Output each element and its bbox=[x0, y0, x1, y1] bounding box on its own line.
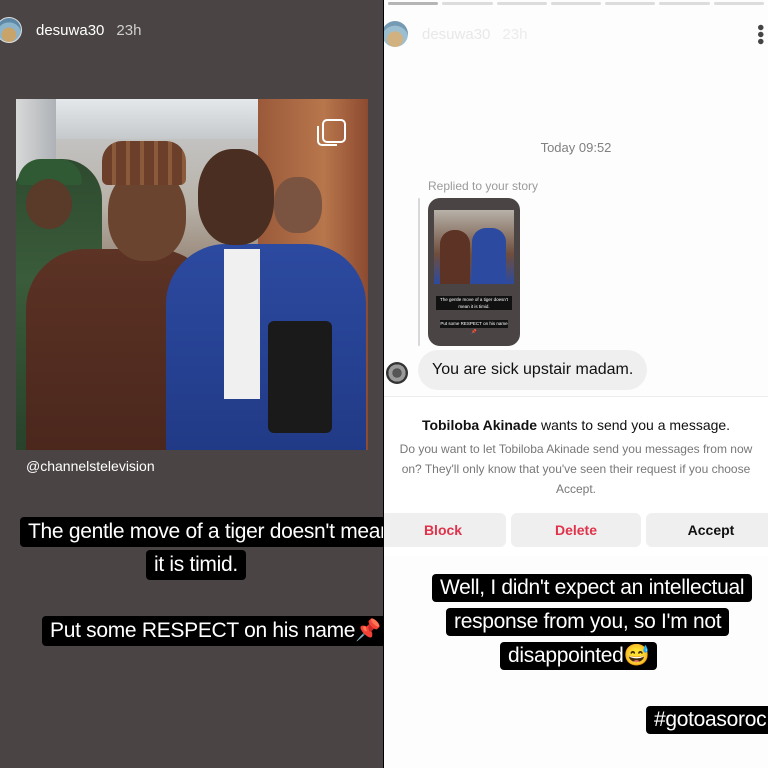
hashtag[interactable]: #gotoasoroc bbox=[646, 706, 768, 734]
chat-timestamp: Today 09:52 bbox=[540, 140, 612, 155]
caption-line: Well, I didn't expect an intellectual bbox=[432, 574, 753, 602]
message-request-panel: Tobiloba Akinade wants to send you a mes… bbox=[384, 396, 768, 556]
left-story-panel: desuwa30 23h @channelstelevision The gen… bbox=[0, 0, 383, 768]
thumbnail-photo bbox=[434, 210, 514, 284]
thumbnail-caption: The gentle move of a tiger doesn't mean … bbox=[436, 296, 512, 310]
caption-line: disappointed😅 bbox=[500, 642, 658, 670]
reply-indicator-bar bbox=[418, 198, 420, 346]
post-time: 23h bbox=[116, 21, 142, 39]
username[interactable]: desuwa30 bbox=[422, 26, 490, 43]
story-reply-thumbnail[interactable]: The gentle move of a tiger doesn't mean … bbox=[428, 198, 520, 346]
user-avatar[interactable] bbox=[0, 17, 22, 43]
sender-avatar[interactable] bbox=[386, 362, 408, 384]
thumbnail-caption: Put some RESPECT on his name📌 bbox=[440, 320, 508, 334]
block-button[interactable]: Block bbox=[384, 513, 506, 547]
more-options-icon[interactable]: ••• bbox=[749, 24, 768, 45]
request-title: Tobiloba Akinade wants to send you a mes… bbox=[384, 417, 768, 433]
story-progress-bar bbox=[384, 2, 768, 5]
replied-label: Replied to your story bbox=[428, 179, 539, 193]
request-title-text: wants to send you a message. bbox=[537, 417, 731, 433]
delete-button[interactable]: Delete bbox=[511, 513, 641, 547]
request-sender-name: Tobiloba Akinade bbox=[421, 417, 538, 433]
caption-line: Put some RESPECT on his name📌 bbox=[42, 616, 383, 646]
post-time: 23h bbox=[502, 25, 528, 43]
username[interactable]: desuwa30 bbox=[36, 22, 104, 39]
story-photo bbox=[16, 99, 368, 450]
request-description: Do you want to let Tobiloba Akinade send… bbox=[399, 442, 753, 496]
message-bubble[interactable]: You are sick upstair madam. bbox=[418, 350, 648, 390]
story-header: desuwa30 23h bbox=[0, 8, 141, 52]
caption-line: response from you, so I'm not bbox=[446, 608, 730, 636]
accept-button[interactable]: Accept bbox=[646, 513, 768, 547]
right-story-panel: desuwa30 23h ••• Today 09:52 Replied to … bbox=[384, 0, 768, 768]
multiple-photos-icon bbox=[317, 119, 346, 146]
user-avatar[interactable] bbox=[384, 21, 408, 47]
photo-credit[interactable]: @channelstelevision bbox=[26, 458, 155, 474]
story-header: desuwa30 23h ••• bbox=[384, 14, 768, 54]
caption-line: it is timid. bbox=[146, 550, 246, 580]
message-text: You are sick upstair madam. bbox=[432, 361, 634, 378]
caption-line: The gentle move of a tiger doesn't mean bbox=[20, 517, 383, 547]
